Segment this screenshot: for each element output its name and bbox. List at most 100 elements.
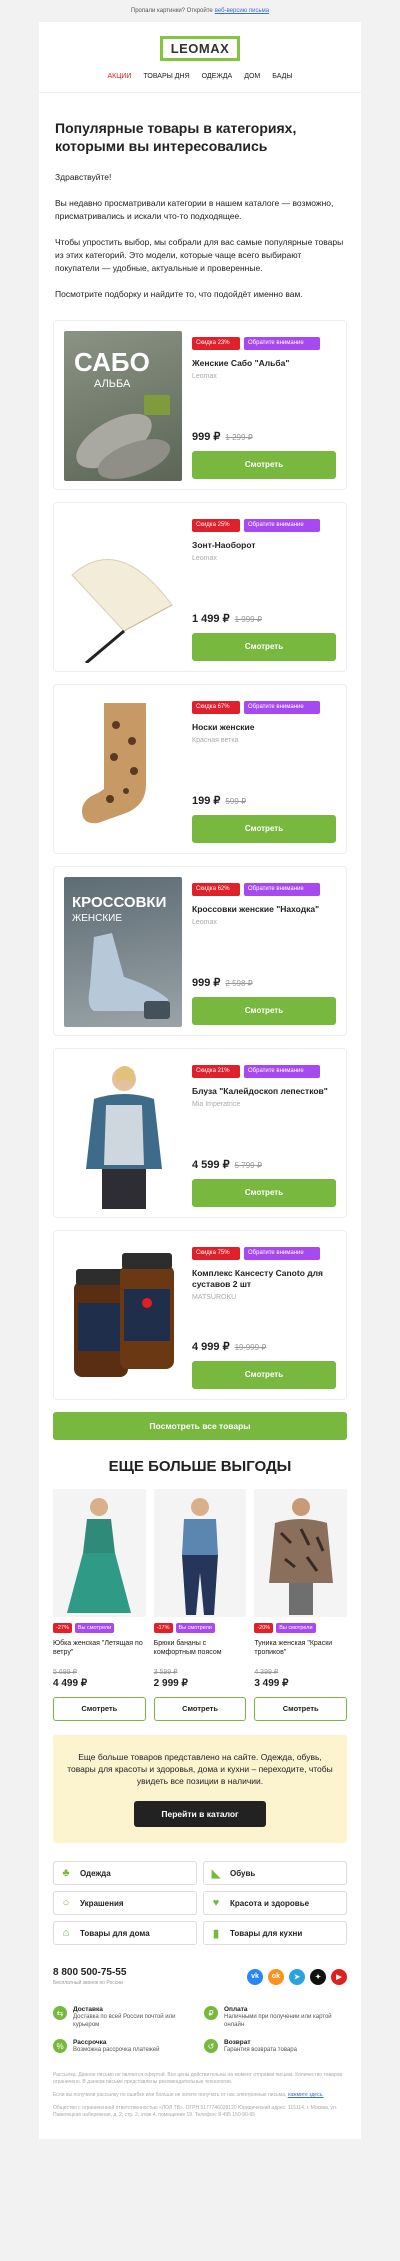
phone-number[interactable]: 8 800 500-75-55 — [53, 1967, 126, 1978]
mini-view-button[interactable]: Смотреть — [53, 1697, 146, 1721]
attention-badge: Обратите внимание — [244, 337, 320, 350]
product-price: 4 999 ₽ — [192, 1341, 230, 1353]
category-jewelry[interactable]: ○ Украшения — [53, 1891, 197, 1915]
feature-title: Возврат — [224, 2039, 251, 2046]
heart-icon: ♥ — [212, 1897, 220, 1909]
category-label: Обувь — [230, 1868, 256, 1878]
category-beauty[interactable]: ♥ Красота и здоровье — [203, 1891, 347, 1915]
view-product-button[interactable]: Смотреть — [192, 997, 336, 1025]
mini-product-name[interactable]: Юбка женская "Летящая по ветру" — [53, 1639, 146, 1666]
nav-item-home[interactable]: ДОМ — [244, 73, 260, 80]
product-image[interactable]: КРОССОВКИ ЖЕНСКИЕ — [64, 877, 182, 1027]
feature-title: Оплата — [224, 2006, 248, 2013]
mini-product-card: -27% Вы смотрели Юбка женская "Летящая п… — [53, 1489, 146, 1721]
feature-title: Рассрочка — [73, 2039, 107, 2046]
ring-icon: ○ — [62, 1897, 70, 1909]
mini-viewed-badge: Вы смотрели — [74, 1623, 115, 1633]
product-name[interactable]: Женские Сабо "Альба" — [192, 358, 336, 369]
mini-product-name[interactable]: Брюки бананы с комфортным поясом — [154, 1639, 247, 1666]
mini-view-button[interactable]: Смотреть — [153, 1697, 247, 1721]
category-label: Товары для кухни — [230, 1928, 303, 1938]
mini-view-button[interactable]: Смотреть — [254, 1697, 348, 1721]
mini-discount-badge: -17% — [153, 1623, 173, 1633]
product-old-price: 1 299 ₽ — [225, 433, 253, 442]
product-image[interactable] — [64, 695, 182, 845]
view-product-button[interactable]: Смотреть — [192, 1179, 336, 1207]
product-image[interactable]: САБО АЛЬБА — [64, 331, 182, 481]
product-brand: Leomax — [192, 373, 217, 380]
view-all-products-button[interactable]: Посмотреть все товары — [53, 1412, 347, 1440]
product-price: 1 499 ₽ — [192, 613, 230, 625]
feature-installments: % Рассрочка Возможна рассрочка платежей — [53, 2039, 196, 2054]
vk-icon[interactable]: vk — [247, 1968, 263, 1985]
supplement-jars-illustration — [74, 1253, 174, 1377]
shirt-icon: ♣ — [62, 1867, 70, 1879]
mini-product-image[interactable] — [153, 1489, 247, 1617]
view-product-button[interactable]: Смотреть — [192, 633, 336, 661]
category-kitchen[interactable]: ▮ Товары для кухни — [203, 1921, 347, 1945]
mini-product-card: -20% Вы смотрели Туника женская "Краски … — [254, 1489, 348, 1721]
product-name[interactable]: Блуза "Калейдоскоп лепестков" — [192, 1086, 336, 1097]
intro: Популярные товары в категориях, которыми… — [39, 93, 361, 320]
category-clothing[interactable]: ♣ Одежда — [53, 1861, 197, 1885]
product-image[interactable] — [64, 1059, 182, 1209]
product-image[interactable] — [64, 1241, 182, 1391]
ok-icon[interactable]: ok — [268, 1968, 284, 1985]
sneakers-illustration: КРОССОВКИ ЖЕНСКИЕ — [72, 894, 170, 1019]
mini-product-name[interactable]: Туника женская "Краски тропиков" — [254, 1639, 347, 1666]
product-card: Скидка 21% Обратите внимание Блуза "Кале… — [53, 1048, 347, 1218]
feature-payment: ₽ Оплата Наличными при получении или карто… — [204, 2006, 347, 2029]
view-product-button[interactable]: Смотреть — [192, 1361, 336, 1389]
nav-item-sales[interactable]: АКЦИИ — [107, 73, 131, 80]
tunic-model-illustration — [268, 1498, 333, 1615]
product-image[interactable] — [64, 513, 182, 663]
legal-text: Рассылка. Данное письмо не является офер… — [39, 2054, 361, 2139]
image-subtitle-text: ЖЕНСКИЕ — [72, 913, 122, 924]
category-home[interactable]: ⌂ Товары для дома — [53, 1921, 197, 1945]
telegram-icon[interactable]: ➤ — [289, 1968, 305, 1985]
mini-price: 2 999 ₽ — [153, 1678, 188, 1689]
promo-text: Еще больше товаров представлено на сайте… — [67, 1752, 333, 1786]
mini-old-price: 4 399 ₽ — [254, 1669, 279, 1676]
footer-contacts: 8 800 500-75-55 Бесплатный звонок по Рос… — [39, 1945, 361, 1986]
mini-product-image[interactable] — [254, 1489, 348, 1617]
discount-badge: Скидка 25% — [192, 519, 240, 532]
nav-item-supplements[interactable]: БАДЫ — [272, 73, 292, 80]
product-old-price: 2 598 ₽ — [225, 979, 253, 988]
category-links: ♣ Одежда ◣ Обувь ○ Украшения ♥ Красота и здо… — [39, 1843, 361, 1945]
feature-delivery: ⇆ Доставка Доставка по всей России почтой … — [53, 2006, 196, 2029]
nav-item-clothing[interactable]: ОДЕЖДА — [202, 73, 233, 80]
mini-product-image[interactable] — [53, 1489, 146, 1617]
product-name[interactable]: Кроссовки женские "Находка" — [192, 904, 336, 915]
nav-item-deals[interactable]: ТОВАРЫ ДНЯ — [143, 73, 189, 80]
web-version-link[interactable]: веб-версию письма — [215, 8, 269, 14]
return-icon: ↺ — [204, 2039, 218, 2053]
discount-badge: Скидка 23% — [192, 337, 240, 350]
view-product-button[interactable]: Смотреть — [192, 815, 336, 843]
zen-icon[interactable]: ✦ — [310, 1968, 326, 1985]
product-card: САБО АЛЬБА Скидка 23% Обратите внимание … — [53, 320, 347, 490]
feature-returns: ↺ Возврат Гарантия возврата товара — [204, 2039, 347, 2054]
product-price: 999 ₽ — [192, 431, 221, 443]
unsubscribe-link[interactable]: нажмите здесь. — [288, 2092, 324, 2098]
view-product-button[interactable]: Смотреть — [192, 451, 336, 479]
product-name[interactable]: Зонт-Наоборот — [192, 540, 336, 551]
product-name[interactable]: Комплекс Кансесту Canoto для суставов 2 … — [192, 1268, 336, 1290]
category-shoes[interactable]: ◣ Обувь — [203, 1861, 347, 1885]
product-name[interactable]: Носки женские — [192, 722, 336, 733]
go-to-catalog-button[interactable]: Перейти в каталог — [134, 1801, 266, 1827]
shoe-icon: ◣ — [211, 1867, 221, 1880]
product-brand: MATSUROKU — [192, 1294, 237, 1301]
more-benefits-title: ЕЩЕ БОЛЬШЕ ВЫГОДЫ — [108, 1458, 292, 1475]
feature-desc: Доставка по всей России почтой или курье… — [73, 2014, 176, 2028]
youtube-icon[interactable]: ▶ — [331, 1968, 347, 1985]
discount-badge: Скидка 21% — [192, 1065, 240, 1078]
product-price: 199 ₽ — [192, 795, 221, 807]
category-label: Украшения — [80, 1898, 124, 1908]
preheader: Пропали картинки? Откройте веб-версию пи… — [0, 0, 400, 22]
mini-discount-badge: -20% — [254, 1623, 274, 1633]
category-label: Товары для дома — [80, 1928, 150, 1938]
mini-price: 4 499 ₽ — [53, 1678, 88, 1689]
skirt-model-illustration — [67, 1498, 132, 1613]
leomax-logo[interactable]: LEOMAX — [159, 36, 241, 61]
